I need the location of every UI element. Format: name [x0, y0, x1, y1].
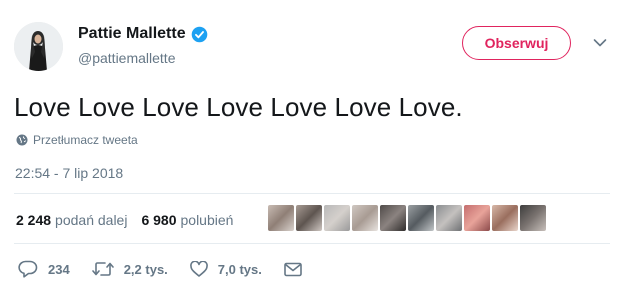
author-name-row[interactable]: Pattie Mallette: [78, 25, 208, 43]
retweets-count: 2 248: [16, 212, 52, 228]
author-name[interactable]: Pattie Mallette: [78, 25, 186, 43]
translate-label[interactable]: Przetłumacz tweeta: [33, 133, 138, 147]
retweets-label: podań dalej: [55, 212, 128, 228]
liker-avatar[interactable]: [380, 205, 406, 231]
globe-icon: [16, 134, 28, 146]
liker-avatar[interactable]: [296, 205, 322, 231]
liker-avatar[interactable]: [352, 205, 378, 231]
message-icon: [284, 262, 302, 276]
reply-icon: [18, 260, 38, 278]
like-button[interactable]: 7,0 tys.: [189, 261, 262, 277]
likes-label: polubień: [180, 212, 234, 228]
retweet-count: 2,2 tys.: [123, 261, 168, 277]
tweet-stats: 2 248 podań dalej 6 980 polubień: [16, 212, 247, 228]
retweets-stat[interactable]: 2 248 podań dalej: [16, 212, 127, 228]
heart-icon: [189, 261, 208, 277]
divider: [14, 243, 610, 244]
liker-avatar[interactable]: [464, 205, 490, 231]
liker-avatar[interactable]: [436, 205, 462, 231]
follow-button[interactable]: Obserwuj: [462, 26, 571, 60]
likes-count: 6 980: [141, 212, 177, 228]
author-handle[interactable]: @pattiemallette: [78, 50, 175, 66]
liker-avatars: [268, 205, 548, 231]
verified-badge-icon: [191, 26, 207, 42]
translate-link[interactable]: Przetłumacz tweeta: [16, 133, 138, 147]
divider: [14, 193, 610, 194]
retweet-icon: [91, 262, 114, 276]
liker-avatar[interactable]: [408, 205, 434, 231]
likes-stat[interactable]: 6 980 polubień: [141, 212, 233, 228]
direct-message-button[interactable]: [284, 262, 312, 277]
liker-avatar[interactable]: [324, 205, 350, 231]
liker-avatar[interactable]: [268, 205, 294, 231]
tweet-text: Love Love Love Love Love Love Love.: [14, 92, 463, 122]
tweet-actions: 234 2,2 tys. 7,0 tys.: [18, 260, 334, 278]
chevron-down-icon[interactable]: [593, 38, 607, 48]
like-count: 7,0 tys.: [217, 261, 262, 277]
liker-avatar[interactable]: [492, 205, 518, 231]
reply-button[interactable]: 234: [18, 260, 70, 278]
liker-avatar[interactable]: [520, 205, 546, 231]
tweet-timestamp[interactable]: 22:54 - 7 lip 2018: [15, 165, 123, 181]
retweet-button[interactable]: 2,2 tys.: [91, 261, 168, 277]
avatar[interactable]: [14, 22, 63, 71]
reply-count: 234: [48, 261, 70, 277]
